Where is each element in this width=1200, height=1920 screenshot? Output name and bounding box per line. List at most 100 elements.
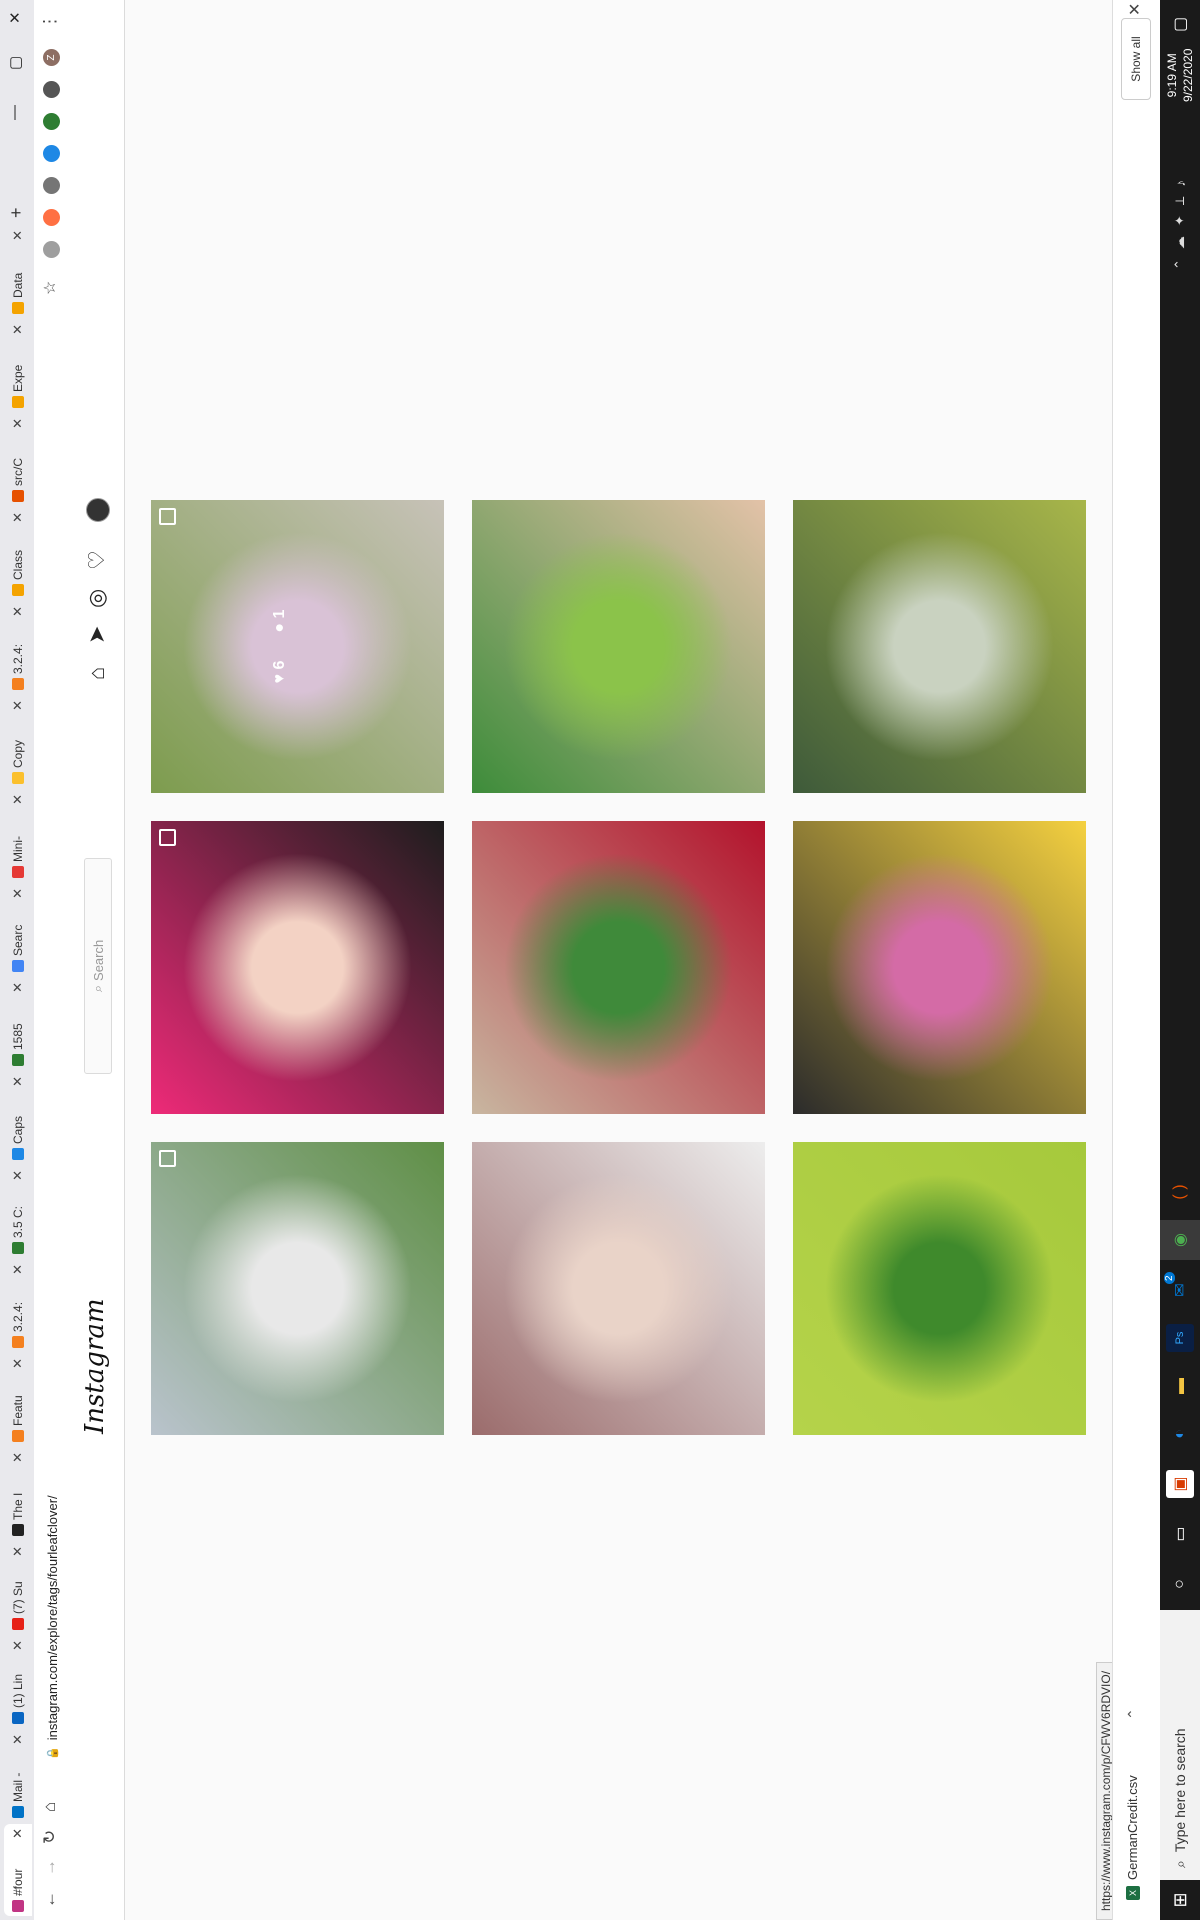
tab-title: Expe: [11, 364, 25, 392]
tab-favicon-icon: [12, 302, 24, 314]
office-icon[interactable]: ▣: [1166, 1470, 1194, 1498]
tab-close-icon[interactable]: ✕: [10, 1824, 26, 1839]
tab-close-icon[interactable]: ✕: [10, 1542, 26, 1557]
tab-close-icon[interactable]: ✕: [10, 1448, 26, 1463]
explore-compass-icon[interactable]: ◎: [84, 589, 110, 608]
post-thumbnail[interactable]: [472, 500, 765, 793]
chevron-up-icon[interactable]: ⌃: [1172, 259, 1188, 270]
bookmark-star-icon[interactable]: ☆: [40, 281, 60, 295]
post-thumbnail[interactable]: [793, 1142, 1086, 1435]
browser-tab[interactable]: Searc ✕: [4, 884, 32, 976]
windows-start-icon[interactable]: ⊞: [1160, 1880, 1200, 1920]
url-field[interactable]: 🔒 instagram.com/explore/tags/fourleafclo…: [41, 1495, 63, 1760]
cortana-icon[interactable]: ○: [1166, 1570, 1194, 1598]
browser-tab[interactable]: (1) Lin ✕: [4, 1636, 32, 1728]
post-thumbnail[interactable]: [793, 500, 1086, 793]
volume-icon[interactable]: ♪: [1173, 180, 1188, 187]
taskbar-search-input[interactable]: ⌕ Type here to search: [1160, 1610, 1200, 1880]
file-explorer-icon[interactable]: ▬: [1166, 1372, 1194, 1400]
close-icon[interactable]: ✕: [1125, 3, 1145, 16]
taskbar-clock[interactable]: 9:19 AM 9/22/2020: [1164, 49, 1196, 102]
post-thumbnail[interactable]: [472, 821, 765, 1114]
browser-tab[interactable]: Caps ✕: [4, 1072, 32, 1164]
browser-tab-strip: #four ✕ Mail - ✕ (1) Lin ✕ (7) Su ✕ The I ✕ Featu ✕…: [0, 0, 34, 1920]
browser-tab[interactable]: Mini- ✕: [4, 790, 32, 882]
photoshop-icon[interactable]: Ps: [1166, 1324, 1194, 1352]
comment-count-value: 1: [271, 609, 288, 619]
direct-messages-icon[interactable]: ➤: [84, 626, 110, 644]
tab-close-icon[interactable]: ✕: [10, 1166, 26, 1181]
browser-extension-icon[interactable]: [43, 241, 60, 258]
tab-close-icon[interactable]: ✕: [10, 320, 26, 335]
notification-icon[interactable]: ▢: [1170, 17, 1190, 32]
tab-close-icon[interactable]: ✕: [10, 1072, 26, 1087]
browser-tab[interactable]: Featu ✕: [4, 1354, 32, 1446]
matlab-icon[interactable]: ( ): [1166, 1178, 1194, 1206]
instagram-search-input[interactable]: ⌕ Search: [84, 858, 112, 1074]
tab-favicon-icon: [12, 1336, 24, 1348]
browser-extension-icon[interactable]: [43, 113, 60, 130]
dropbox-icon[interactable]: ✦: [1172, 215, 1188, 226]
instagram-logo[interactable]: Instagram: [80, 1298, 110, 1434]
tab-close-icon[interactable]: ✕: [10, 696, 26, 711]
tab-favicon-icon: [12, 1242, 24, 1254]
show-all-button[interactable]: Show all: [1121, 18, 1151, 100]
browser-tab[interactable]: 3.5 C: ✕: [4, 1166, 32, 1258]
browser-tab[interactable]: (7) Su ✕: [4, 1542, 32, 1634]
download-item[interactable]: X GermanCredit.csv: [1125, 1775, 1140, 1900]
tab-title: (1) Lin: [11, 1673, 25, 1708]
browser-tab[interactable]: Mail - ✕: [4, 1730, 32, 1822]
browser-tab[interactable]: 1585 ✕: [4, 978, 32, 1070]
carousel-icon: [159, 829, 176, 846]
browser-tab[interactable]: 3.2.4: ✕: [4, 1260, 32, 1352]
home-icon[interactable]: ⌂: [84, 667, 110, 680]
chrome-icon[interactable]: ◉: [1166, 1226, 1194, 1254]
browser-tab[interactable]: Expe ✕: [4, 320, 32, 412]
browser-extension-icon[interactable]: [43, 81, 60, 98]
post-thumbnail[interactable]: ♥ 6 ● 1: [151, 500, 444, 793]
tab-close-icon[interactable]: ✕: [10, 414, 26, 429]
task-view-icon[interactable]: ▭: [1166, 1520, 1194, 1548]
cloud-icon[interactable]: ☁: [1172, 236, 1188, 249]
browser-tab[interactable]: 3.2.4: ✕: [4, 602, 32, 694]
browser-tab[interactable]: The I ✕: [4, 1448, 32, 1540]
post-thumbnail[interactable]: [151, 821, 444, 1114]
post-thumbnail[interactable]: [151, 1142, 444, 1435]
tab-close-icon[interactable]: ✕: [10, 508, 26, 523]
tab-close-icon[interactable]: ✕: [10, 1354, 26, 1369]
tab-close-icon[interactable]: ✕: [10, 1730, 26, 1745]
browser-tab[interactable]: Class ✕: [4, 508, 32, 600]
tab-close-icon[interactable]: ✕: [10, 978, 26, 993]
minimize-button[interactable]: —: [6, 105, 23, 120]
close-window-button[interactable]: ✕: [6, 11, 24, 24]
home-icon[interactable]: ⌂: [40, 1802, 60, 1812]
browser-extension-icon[interactable]: Z: [43, 49, 60, 66]
forward-arrow-icon[interactable]: →: [40, 1859, 60, 1876]
back-arrow-icon[interactable]: ←: [40, 1891, 60, 1908]
tab-close-icon[interactable]: ✕: [10, 602, 26, 617]
post-thumbnail[interactable]: [472, 1142, 765, 1435]
post-thumbnail[interactable]: [793, 821, 1086, 1114]
edge-icon[interactable]: ◐: [1166, 1420, 1194, 1448]
browser-tab[interactable]: #four ✕: [4, 1824, 32, 1916]
chevron-up-icon[interactable]: ⌃: [1125, 1708, 1142, 1720]
browser-tab[interactable]: src/C ✕: [4, 414, 32, 506]
download-file-name: GermanCredit.csv: [1125, 1775, 1140, 1880]
activity-heart-icon[interactable]: ♡: [84, 550, 110, 570]
browser-menu-icon[interactable]: ⋮: [40, 13, 60, 30]
browser-extension-icon[interactable]: [43, 177, 60, 194]
tab-close-icon[interactable]: ✕: [10, 884, 26, 899]
restore-button[interactable]: ▢: [6, 56, 24, 70]
browser-extension-icon[interactable]: [43, 209, 60, 226]
tab-close-icon[interactable]: ✕: [10, 790, 26, 805]
browser-extension-icon[interactable]: [43, 145, 60, 162]
tab-close-icon[interactable]: ✕: [10, 1636, 26, 1651]
new-tab-button[interactable]: +: [6, 207, 27, 218]
reload-icon[interactable]: ↻: [40, 1830, 60, 1844]
browser-tab[interactable]: Data ✕: [4, 226, 32, 318]
tab-close-icon[interactable]: ✕: [10, 1260, 26, 1275]
network-icon[interactable]: ⟂: [1172, 197, 1188, 206]
browser-tab[interactable]: Copy ✕: [4, 696, 32, 788]
profile-avatar[interactable]: [86, 498, 110, 522]
tab-close-icon[interactable]: ✕: [10, 226, 26, 241]
